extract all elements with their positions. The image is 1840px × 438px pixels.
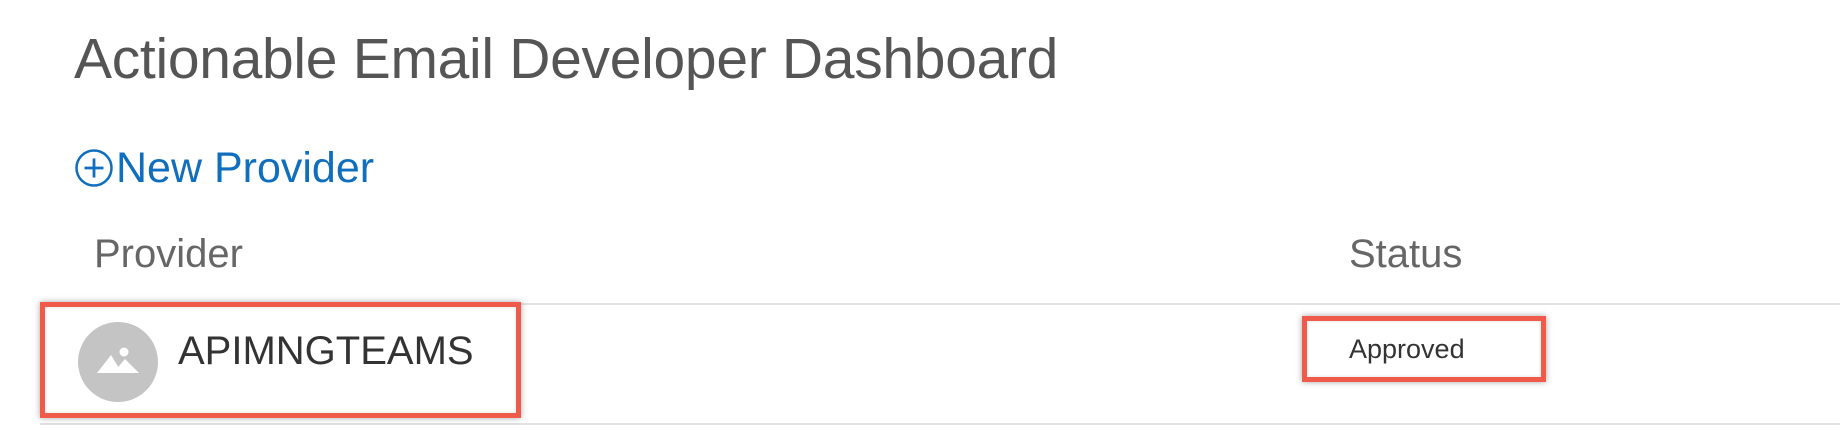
status-badge: Approved	[1349, 334, 1465, 364]
column-header-provider: Provider	[94, 232, 243, 276]
table-row-provider-cell[interactable]: APIMNGTEAMS	[78, 322, 474, 402]
column-header-status: Status	[1349, 232, 1463, 276]
avatar	[78, 322, 158, 402]
new-provider-label: New Provider	[116, 143, 375, 192]
provider-name: APIMNGTEAMS	[178, 329, 474, 373]
table-row-divider	[40, 303, 1840, 305]
page-title: Actionable Email Developer Dashboard	[74, 27, 1059, 91]
new-provider-button[interactable]: New Provider	[74, 143, 375, 192]
table-row-divider	[40, 423, 1840, 425]
plus-circle-icon	[74, 148, 114, 188]
image-placeholder-icon	[95, 343, 141, 382]
